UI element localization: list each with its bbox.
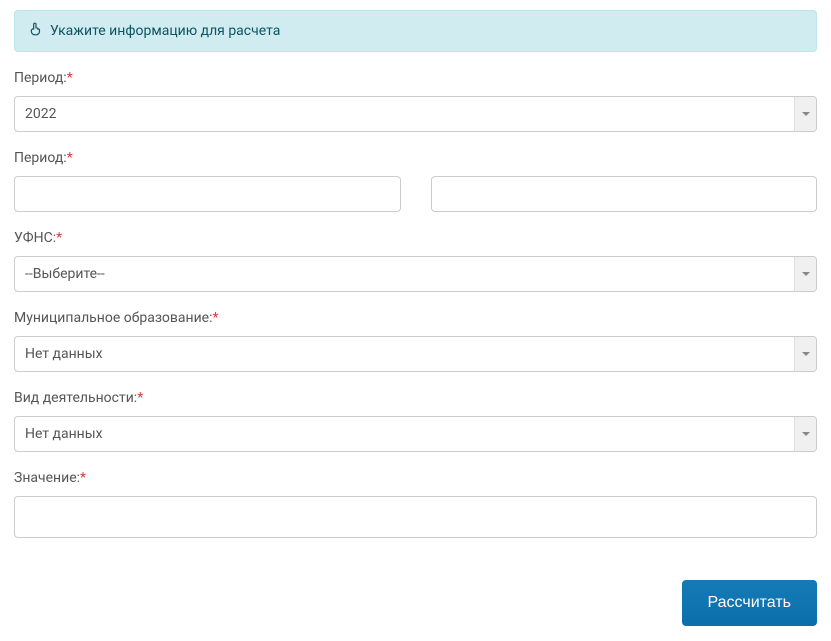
- label-activity: Вид деятельности:*: [14, 390, 817, 406]
- field-municipality: Муниципальное образование:* Нет данных: [14, 310, 817, 372]
- required-mark: *: [80, 470, 86, 486]
- field-ufns: УФНС:* --Выберите--: [14, 230, 817, 292]
- label-znachenie: Значение:*: [14, 470, 817, 486]
- select-activity[interactable]: Нет данных: [14, 416, 817, 452]
- input-period-to[interactable]: [431, 176, 818, 212]
- input-period-from[interactable]: [14, 176, 401, 212]
- required-mark: *: [56, 230, 62, 246]
- required-mark: *: [213, 310, 219, 326]
- select-ufns[interactable]: --Выберите--: [14, 256, 817, 292]
- required-mark: *: [67, 150, 73, 166]
- hand-point-icon: [29, 22, 43, 40]
- label-period-range: Период:*: [14, 150, 817, 166]
- field-period-range: Период:*: [14, 150, 817, 212]
- input-znachenie[interactable]: [14, 496, 817, 538]
- info-banner-text: Укажите информацию для расчета: [50, 23, 280, 39]
- select-period-year[interactable]: 2022: [14, 96, 817, 132]
- label-municipality: Муниципальное образование:*: [14, 310, 817, 326]
- label-period-year: Период:*: [14, 70, 817, 86]
- required-mark: *: [137, 390, 143, 406]
- label-ufns: УФНС:*: [14, 230, 817, 246]
- info-banner: Укажите информацию для расчета: [14, 10, 817, 52]
- calculate-button[interactable]: Рассчитать: [682, 580, 818, 626]
- required-mark: *: [67, 70, 73, 86]
- form-actions: Рассчитать: [14, 580, 817, 626]
- field-activity: Вид деятельности:* Нет данных: [14, 390, 817, 452]
- select-municipality[interactable]: Нет данных: [14, 336, 817, 372]
- field-period-year: Период:* 2022: [14, 70, 817, 132]
- field-znachenie: Значение:*: [14, 470, 817, 542]
